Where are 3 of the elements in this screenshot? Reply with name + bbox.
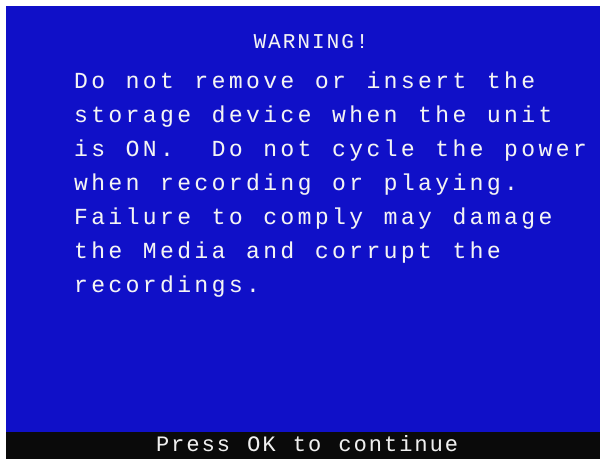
footer-prompt: Press OK to continue [156, 433, 460, 458]
warning-message: Do not remove or insert the storage device when the unit is ON. Do not cycle the power when recording or playing. Failure to comply may damage the Media and corrupt the recordings. [74, 68, 592, 301]
warning-title: WARNING! [252, 32, 372, 55]
